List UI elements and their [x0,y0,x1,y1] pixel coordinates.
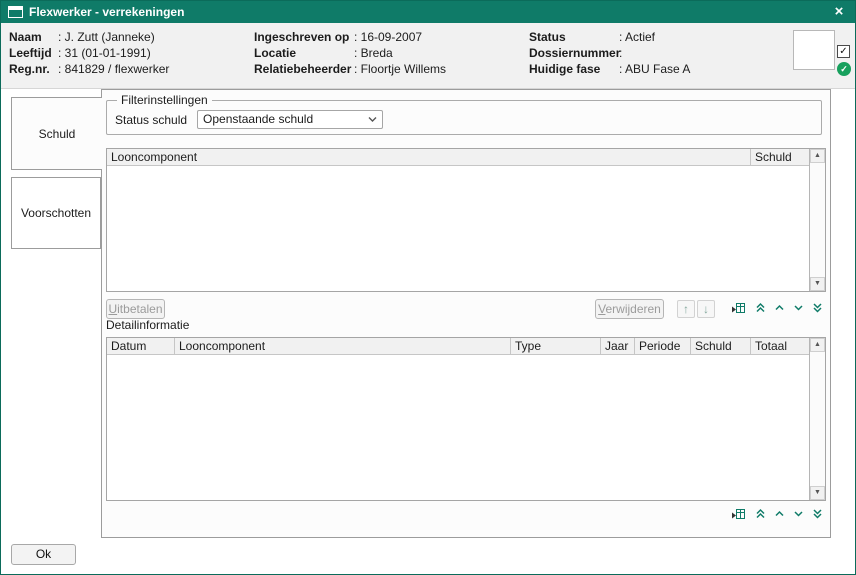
scroll-down-button[interactable]: ▼ [810,486,825,500]
grid-detail-button[interactable] [729,300,747,318]
close-button[interactable]: × [830,2,848,22]
selected-option: Openstaande schuld [203,111,368,128]
leeftijd-label: Leeftijd [9,45,58,61]
window-title: Flexwerker - verrekeningen [29,5,184,19]
ok-label: Ok [36,547,51,561]
double-chevron-up-icon [754,301,767,317]
tab-voorschotten[interactable]: Voorschotten [11,177,101,249]
double-chevron-down-icon [811,507,824,523]
regnr-label: Reg.nr. [9,61,58,77]
uitbetalen-button[interactable]: Uitbetalen [106,299,165,319]
locatie-value: : Breda [354,45,529,61]
verwijderen-button[interactable]: Verwijderen [595,299,664,319]
chevron-up-icon [773,301,786,317]
header-info-panel: Naam : J. Zutt (Janneke) Ingeschreven op… [1,23,855,89]
scrollbar[interactable]: ▲ ▼ [809,338,825,500]
column-header-totaal[interactable]: Totaal [751,338,809,354]
photo-placeholder [793,30,835,70]
tab-label: Voorschotten [21,206,91,220]
status-ok-icon: ✓ [837,62,851,76]
schuld-table: Looncomponent Schuld ▲ ▼ [106,148,826,292]
status-label: Status [529,29,619,45]
move-up-button[interactable]: ↑ [677,300,695,318]
scrollbar[interactable]: ▲ ▼ [809,149,825,291]
header-checkbox[interactable]: ✓ [837,45,850,58]
verwijderen-label: Verwijderen [596,300,663,318]
header-row: Leeftijd : 31 (01-01-1991) Locatie : Bre… [9,45,855,61]
locatie-label: Locatie [254,45,354,61]
leeftijd-value: : 31 (01-01-1991) [58,45,254,61]
scroll-top-button[interactable] [751,506,769,524]
content-panel: Filterinstellingen Status schuld Opensta… [101,89,831,538]
tab-schuld[interactable]: Schuld [11,97,102,170]
filter-row: Status schuld Openstaande schuld [115,110,813,129]
column-header-jaar[interactable]: Jaar [601,338,635,354]
chevron-down-icon [792,301,805,317]
column-header-looncomponent[interactable]: Looncomponent [175,338,511,354]
naam-label: Naam [9,29,58,45]
triangle-up-icon: ▲ [814,341,821,348]
double-chevron-down-icon [811,301,824,317]
detailinformatie-title: Detailinformatie [106,318,189,332]
page-down-button[interactable] [789,506,807,524]
column-header-periode[interactable]: Periode [635,338,691,354]
header-row: Reg.nr. : 841829 / flexwerker Relatiebeh… [9,61,855,77]
record-grid-icon [731,301,746,318]
page-up-button[interactable] [770,300,788,318]
scroll-up-button[interactable]: ▲ [810,338,825,352]
page-down-button[interactable] [789,300,807,318]
arrow-up-icon: ↑ [683,303,689,315]
chevron-down-icon [368,116,377,123]
triangle-up-icon: ▲ [814,152,821,159]
move-down-button[interactable]: ↓ [697,300,715,318]
check-icon: ✓ [839,46,847,57]
record-grid-icon [731,507,746,524]
uitbetalen-label: Uitbetalen [107,300,164,318]
regnr-value: : 841829 / flexwerker [58,61,254,77]
triangle-down-icon: ▼ [814,489,821,496]
dossiernummer-label: Dossiernummer [529,45,619,61]
page-up-button[interactable] [770,506,788,524]
flexwerker-verrekeningen-window: Flexwerker - verrekeningen × Naam : J. Z… [0,0,856,575]
scroll-down-button[interactable]: ▼ [810,277,825,291]
scroll-bottom-button[interactable] [808,506,826,524]
scroll-top-button[interactable] [751,300,769,318]
ok-button[interactable]: Ok [11,544,76,565]
ingeschreven-op-value: : 16-09-2007 [354,29,529,45]
column-header-datum[interactable]: Datum [107,338,175,354]
schuld-table-body[interactable] [107,166,809,291]
detail-table-body[interactable] [107,355,809,500]
detail-table-header: Datum Looncomponent Type Jaar Periode Sc… [107,338,809,355]
status-schuld-label: Status schuld [115,113,187,127]
scroll-up-button[interactable]: ▲ [810,149,825,163]
relatiebeheerder-value: : Floortje Willems [354,61,529,77]
huidige-fase-label: Huidige fase [529,61,619,77]
chevron-down-icon [792,507,805,523]
header-row: Naam : J. Zutt (Janneke) Ingeschreven op… [9,29,855,45]
detail-table: Datum Looncomponent Type Jaar Periode Sc… [106,337,826,501]
titlebar: Flexwerker - verrekeningen × [1,1,855,23]
filter-group: Filterinstellingen Status schuld Opensta… [106,93,822,135]
triangle-down-icon: ▼ [814,280,821,287]
grid-detail-button[interactable] [729,506,747,524]
app-icon [8,6,23,18]
tab-label: Schuld [39,127,76,141]
filter-legend: Filterinstellingen [117,93,212,107]
schuld-table-header: Looncomponent Schuld [107,149,809,166]
scroll-bottom-button[interactable] [808,300,826,318]
ingeschreven-op-label: Ingeschreven op [254,29,354,45]
column-header-type[interactable]: Type [511,338,601,354]
arrow-down-icon: ↓ [703,303,709,315]
detail-table-main: Datum Looncomponent Type Jaar Periode Sc… [107,338,809,500]
column-header-looncomponent[interactable]: Looncomponent [107,149,751,165]
column-header-schuld[interactable]: Schuld [751,149,809,165]
chevron-up-icon [773,507,786,523]
status-schuld-select[interactable]: Openstaande schuld [197,110,383,129]
schuld-table-main: Looncomponent Schuld [107,149,809,291]
naam-value: : J. Zutt (Janneke) [58,29,254,45]
relatiebeheerder-label: Relatiebeheerder [254,61,354,77]
double-chevron-up-icon [754,507,767,523]
column-header-schuld[interactable]: Schuld [691,338,751,354]
